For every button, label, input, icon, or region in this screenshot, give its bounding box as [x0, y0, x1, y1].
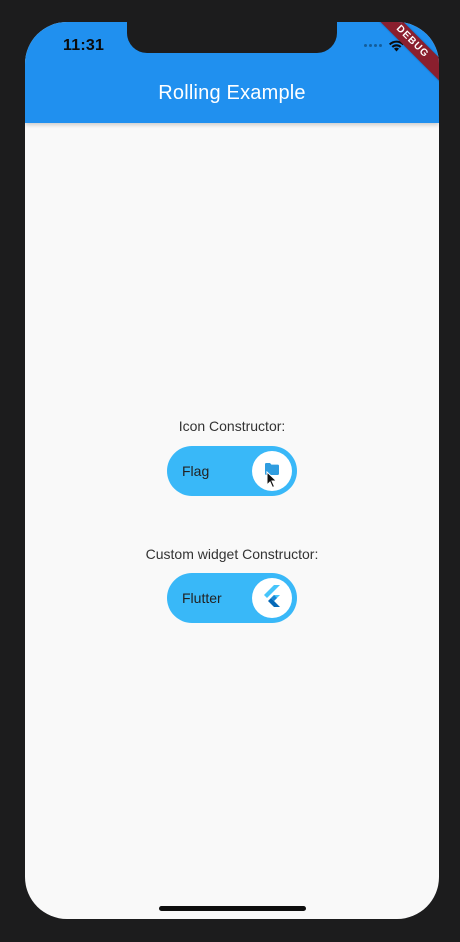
app-bar: 11:31 Rolling Example DEBUG [25, 22, 439, 123]
mouse-cursor-icon [266, 470, 278, 494]
icon-constructor-caption: Icon Constructor: [178, 418, 286, 434]
device-notch [127, 22, 337, 53]
signal-icon [364, 43, 382, 47]
device-frame: 11:31 Rolling Example DEBUG Icon Constru… [0, 0, 460, 942]
app-screen: 11:31 Rolling Example DEBUG Icon Constru… [25, 22, 439, 919]
flutter-logo-icon [262, 584, 282, 612]
custom-widget-caption: Custom widget Constructor: [145, 546, 319, 562]
page-title: Rolling Example [158, 82, 306, 104]
debug-banner: DEBUG [367, 22, 439, 87]
status-time: 11:31 [63, 37, 105, 54]
switch-label: Flag [182, 463, 210, 479]
switch-label: Flutter [182, 590, 222, 606]
flutter-rolling-switch[interactable]: Flutter [167, 573, 297, 623]
switch-knob[interactable] [252, 578, 292, 618]
home-indicator[interactable] [159, 906, 306, 911]
